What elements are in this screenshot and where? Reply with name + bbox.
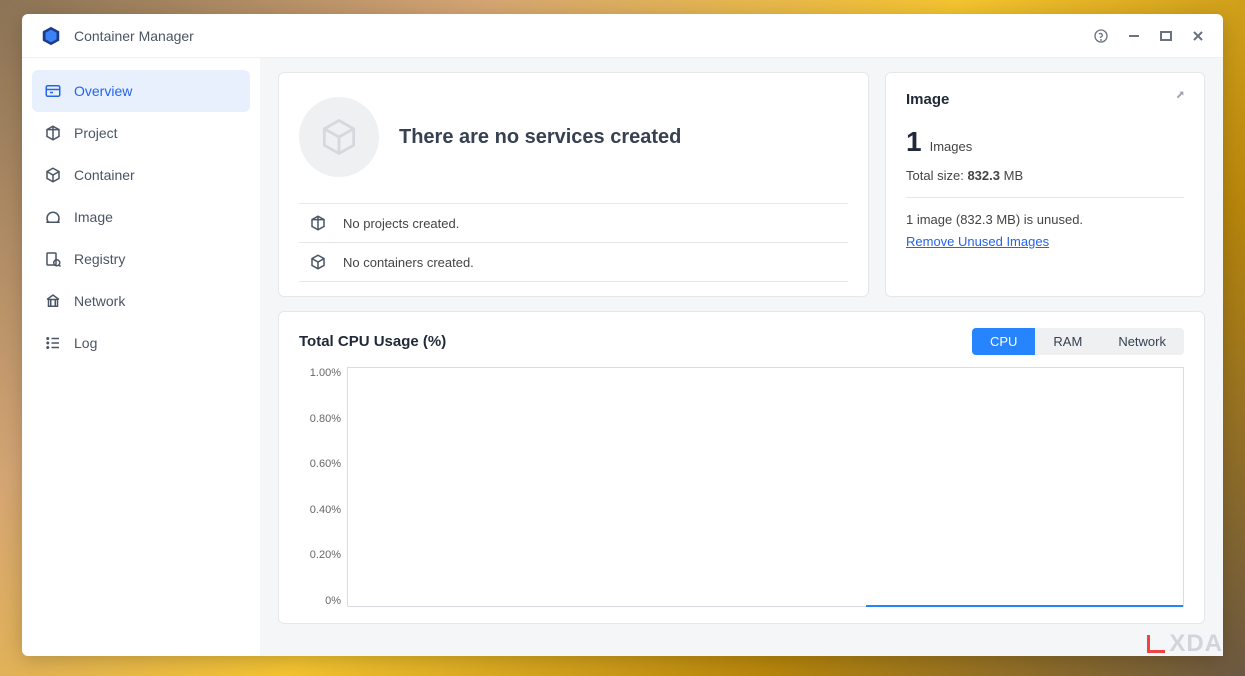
size-label: Total size: xyxy=(906,168,964,183)
y-tick: 1.00% xyxy=(299,367,341,379)
image-icon xyxy=(44,208,62,226)
popout-icon[interactable] xyxy=(1170,89,1186,110)
size-value: 832.3 xyxy=(967,168,1000,183)
sidebar-item-label: Network xyxy=(74,293,125,309)
maximize-icon[interactable] xyxy=(1159,29,1173,43)
project-icon xyxy=(309,214,327,232)
help-icon[interactable] xyxy=(1093,28,1109,44)
container-icon xyxy=(309,253,327,271)
status-text: No containers created. xyxy=(343,255,474,270)
project-icon xyxy=(44,124,62,142)
body-area: Overview Project Container Image Registr… xyxy=(22,58,1223,656)
y-axis: 1.00% 0.80% 0.60% 0.40% 0.20% 0% xyxy=(299,367,347,607)
sidebar-item-image[interactable]: Image xyxy=(32,196,250,238)
top-row: There are no services created No project… xyxy=(278,72,1205,297)
sidebar-item-overview[interactable]: Overview xyxy=(32,70,250,112)
sidebar-item-label: Overview xyxy=(74,83,132,99)
watermark-text: XDA xyxy=(1169,630,1223,658)
resource-toggle-group: CPU RAM Network xyxy=(972,328,1184,355)
services-card: There are no services created No project… xyxy=(278,72,869,297)
chart-plot xyxy=(347,367,1184,607)
y-tick: 0.80% xyxy=(299,413,341,425)
status-row-projects: No projects created. xyxy=(299,203,848,242)
services-title: There are no services created xyxy=(399,126,681,149)
minimize-icon[interactable] xyxy=(1127,29,1141,43)
tab-network[interactable]: Network xyxy=(1100,328,1184,355)
y-tick: 0.40% xyxy=(299,504,341,516)
unused-text: 1 image (832.3 MB) is unused. xyxy=(906,212,1184,227)
app-icon xyxy=(40,25,62,47)
network-icon xyxy=(44,292,62,310)
chart-line xyxy=(866,605,1183,607)
app-window: Container Manager Overview Project Conta… xyxy=(22,14,1223,656)
registry-icon xyxy=(44,250,62,268)
titlebar: Container Manager xyxy=(22,14,1223,58)
services-header: There are no services created xyxy=(299,97,848,177)
y-tick: 0% xyxy=(299,595,341,607)
chart-area: 1.00% 0.80% 0.60% 0.40% 0.20% 0% xyxy=(299,367,1184,607)
cpu-header: Total CPU Usage (%) CPU RAM Network xyxy=(299,328,1184,355)
container-icon xyxy=(44,166,62,184)
content: There are no services created No project… xyxy=(260,58,1223,656)
sidebar-item-label: Registry xyxy=(74,251,125,267)
image-count-row: 1 Images xyxy=(906,126,1184,158)
image-count-label: Images xyxy=(930,139,973,154)
sidebar-item-container[interactable]: Container xyxy=(32,154,250,196)
size-unit: MB xyxy=(1004,168,1024,183)
image-card: Image 1 Images Total size: 832.3 MB 1 im… xyxy=(885,72,1205,297)
sidebar-item-label: Log xyxy=(74,335,97,351)
services-empty-icon xyxy=(299,97,379,177)
sidebar-item-label: Image xyxy=(74,209,113,225)
log-icon xyxy=(44,334,62,352)
image-size-row: Total size: 832.3 MB xyxy=(906,168,1184,198)
sidebar: Overview Project Container Image Registr… xyxy=(22,58,260,656)
sidebar-item-registry[interactable]: Registry xyxy=(32,238,250,280)
remove-unused-link[interactable]: Remove Unused Images xyxy=(906,234,1049,249)
tab-ram[interactable]: RAM xyxy=(1035,328,1100,355)
y-tick: 0.60% xyxy=(299,458,341,470)
overview-icon xyxy=(44,82,62,100)
app-title: Container Manager xyxy=(74,28,1093,44)
sidebar-item-label: Container xyxy=(74,167,135,183)
status-row-containers: No containers created. xyxy=(299,242,848,282)
sidebar-item-label: Project xyxy=(74,125,118,141)
image-count: 1 xyxy=(906,126,922,158)
sidebar-item-log[interactable]: Log xyxy=(32,322,250,364)
status-text: No projects created. xyxy=(343,216,459,231)
y-tick: 0.20% xyxy=(299,549,341,561)
window-controls xyxy=(1093,28,1205,44)
image-panel-title: Image xyxy=(906,91,1184,108)
watermark-icon xyxy=(1147,635,1165,653)
cpu-card: Total CPU Usage (%) CPU RAM Network 1.00… xyxy=(278,311,1205,624)
sidebar-item-project[interactable]: Project xyxy=(32,112,250,154)
tab-cpu[interactable]: CPU xyxy=(972,328,1035,355)
sidebar-item-network[interactable]: Network xyxy=(32,280,250,322)
close-icon[interactable] xyxy=(1191,29,1205,43)
cpu-title: Total CPU Usage (%) xyxy=(299,333,972,350)
watermark: XDA xyxy=(1147,630,1223,658)
